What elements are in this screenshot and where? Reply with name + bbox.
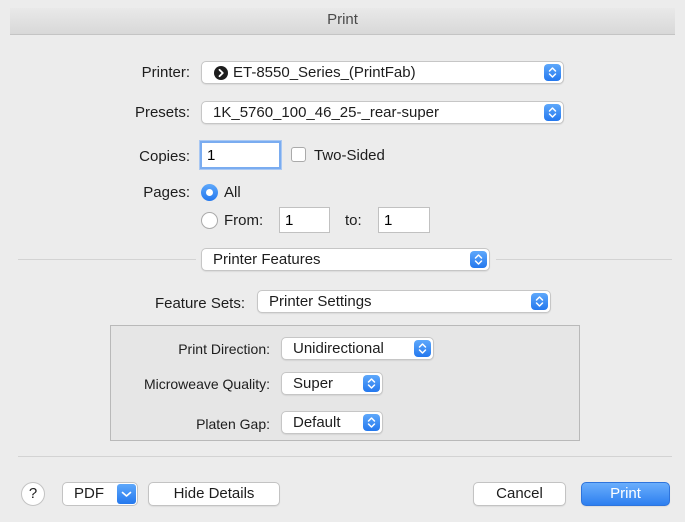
pages-all-label: All: [224, 184, 241, 201]
print-direction-popup[interactable]: Unidirectional: [281, 337, 434, 360]
pdf-menu-button[interactable]: PDF: [62, 482, 138, 506]
section-divider-right: [496, 259, 672, 260]
feature-sets-label: Feature Sets:: [154, 295, 245, 312]
microweave-quality-value: Super: [293, 375, 334, 392]
printer-label: Printer:: [141, 64, 190, 81]
printer-popup[interactable]: ET-8550_Series_(PrintFab): [201, 61, 564, 84]
pages-from-label: From:: [224, 212, 264, 229]
presets-value: 1K_5760_100_46_25-_rear-super: [213, 104, 440, 121]
feature-sets-popup[interactable]: Printer Settings: [257, 290, 551, 313]
hide-details-button[interactable]: Hide Details: [148, 482, 280, 506]
footer-divider: [18, 456, 672, 457]
printer-status-icon: [214, 66, 228, 80]
updown-arrows-icon: [544, 104, 561, 121]
two-sided-label: Two-Sided: [314, 147, 385, 164]
presets-label: Presets:: [134, 104, 190, 121]
two-sided-checkbox[interactable]: [291, 147, 306, 162]
copies-label: Copies:: [139, 148, 190, 165]
updown-arrows-icon: [363, 375, 380, 392]
pages-all-radio[interactable]: [201, 184, 218, 201]
presets-popup[interactable]: 1K_5760_100_46_25-_rear-super: [201, 101, 564, 124]
updown-arrows-icon: [414, 340, 431, 357]
help-icon: ?: [28, 485, 38, 502]
help-button[interactable]: ?: [21, 482, 45, 506]
copies-field[interactable]: [200, 141, 281, 169]
pages-from-field[interactable]: [279, 207, 330, 233]
print-direction-value: Unidirectional: [293, 340, 384, 357]
section-divider-left: [18, 259, 196, 260]
pages-to-field[interactable]: [378, 207, 430, 233]
print-button[interactable]: Print: [581, 482, 670, 506]
updown-arrows-icon: [470, 251, 487, 268]
updown-arrows-icon: [531, 293, 548, 310]
window-titlebar: Print: [10, 8, 675, 35]
pages-label: Pages:: [143, 184, 190, 201]
updown-arrows-icon: [363, 414, 380, 431]
pages-from-radio[interactable]: [201, 212, 218, 229]
window-title: Print: [327, 11, 358, 28]
pdf-label: PDF: [74, 485, 104, 502]
microweave-quality-popup[interactable]: Super: [281, 372, 383, 395]
platen-gap-label: Platen Gap:: [196, 416, 270, 432]
feature-sets-value: Printer Settings: [269, 293, 372, 310]
microweave-quality-label: Microweave Quality:: [143, 376, 270, 392]
pages-to-input[interactable]: [379, 208, 429, 232]
platen-gap-popup[interactable]: Default: [281, 411, 383, 434]
section-popup-value: Printer Features: [213, 251, 321, 268]
pages-from-input[interactable]: [280, 208, 329, 232]
print-direction-label: Print Direction:: [178, 341, 270, 357]
section-popup[interactable]: Printer Features: [201, 248, 490, 271]
platen-gap-value: Default: [293, 414, 341, 431]
cancel-button[interactable]: Cancel: [473, 482, 566, 506]
copies-input[interactable]: [202, 143, 279, 167]
updown-arrows-icon: [544, 64, 561, 81]
chevron-down-icon: [117, 484, 136, 504]
pages-to-label: to:: [345, 212, 362, 229]
printer-value: ET-8550_Series_(PrintFab): [233, 64, 416, 81]
